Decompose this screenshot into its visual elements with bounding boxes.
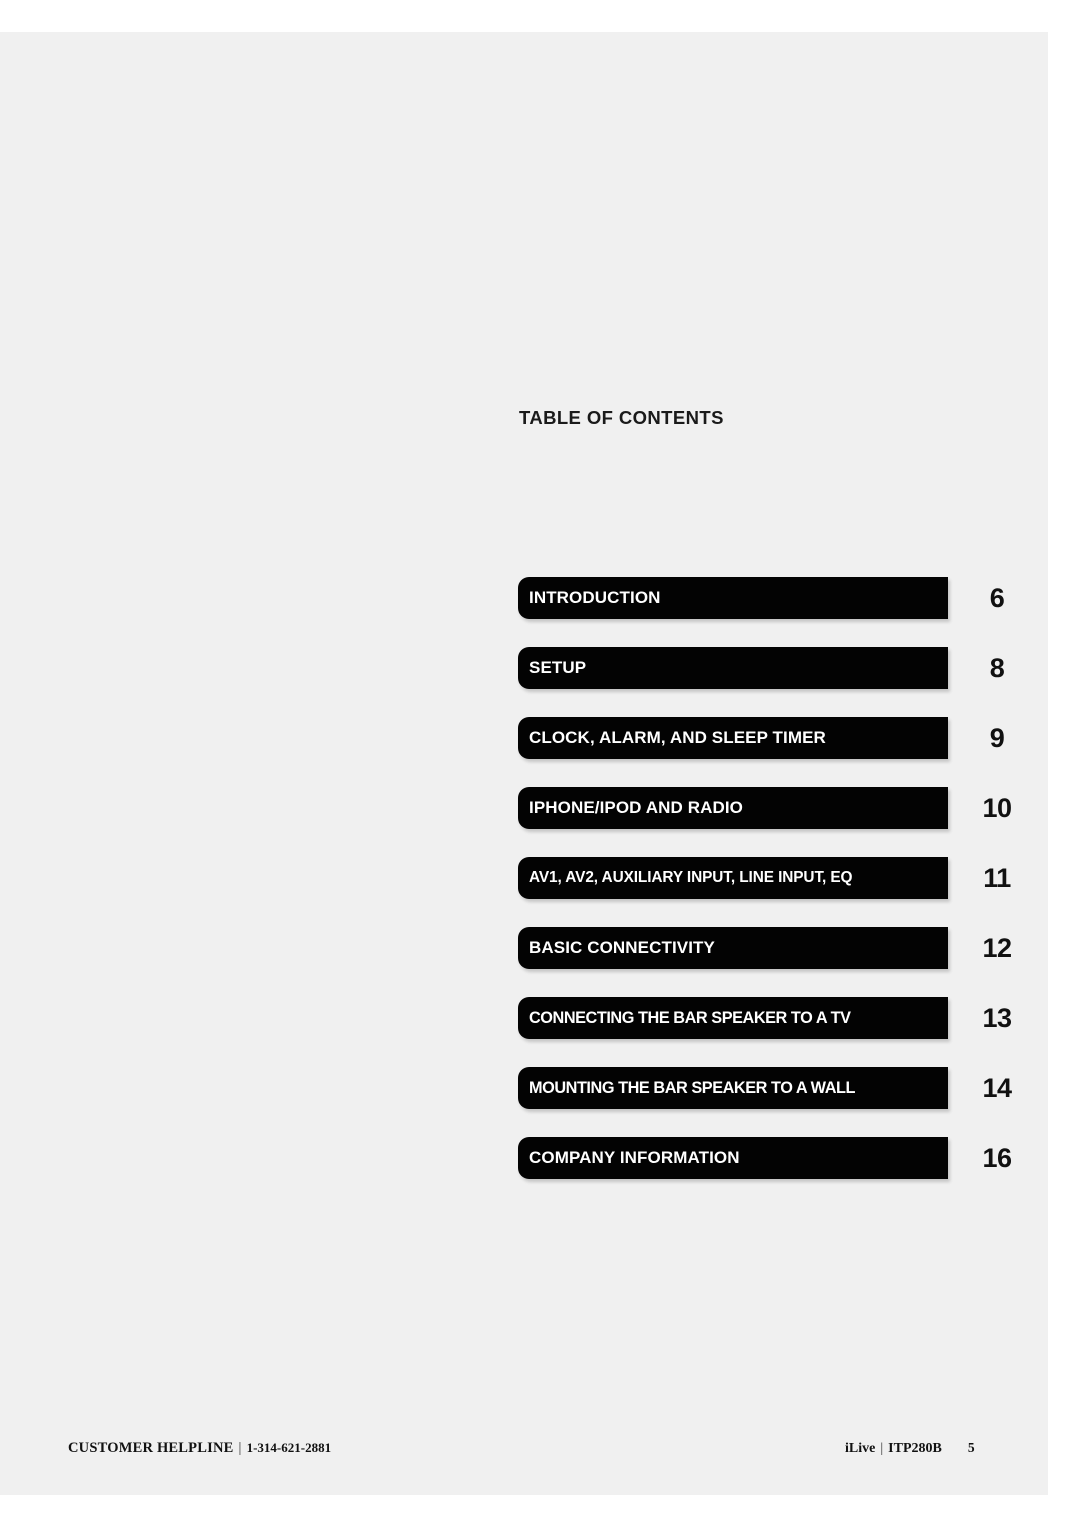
footer-page-number: 5 <box>967 1440 975 1455</box>
toc-entry-introduction[interactable]: INTRODUCTION 6 <box>518 577 1028 619</box>
toc-entry-page-number: 8 <box>989 652 1005 683</box>
toc-entry-page-number: 10 <box>982 792 1012 823</box>
toc-entry-page-number: 16 <box>982 1142 1012 1173</box>
footer-helpline-number: 1-314-621-2881 <box>246 1440 332 1455</box>
page-title: TABLE OF CONTENTS <box>519 407 724 428</box>
footer-separator: | <box>880 1441 884 1456</box>
toc-entry-page-number: 12 <box>982 932 1012 963</box>
toc-entry-clock-alarm-sleep-timer[interactable]: CLOCK, ALARM, AND SLEEP TIMER 9 <box>518 717 1028 759</box>
toc-bar[interactable]: INTRODUCTION <box>518 577 948 619</box>
toc-entry-label: IPHONE/IPOD AND RADIO <box>529 798 743 817</box>
footer-brand: iLive <box>845 1441 876 1456</box>
toc-entry-page-number: 13 <box>982 1002 1012 1033</box>
toc-entry-label: INTRODUCTION <box>529 588 661 607</box>
toc-entry-mounting-bar-speaker-to-wall[interactable]: MOUNTING THE BAR SPEAKER TO A WALL 14 <box>518 1067 1028 1109</box>
toc-bar[interactable]: BASIC CONNECTIVITY <box>518 927 948 969</box>
toc-entry-page-number: 6 <box>989 582 1005 613</box>
footer-separator: | <box>238 1440 242 1456</box>
toc-entry-label: AV1, AV2, AUXILIARY INPUT, LINE INPUT, E… <box>529 869 853 886</box>
toc-entry-setup[interactable]: SETUP 8 <box>518 647 1028 689</box>
toc-bar[interactable]: CLOCK, ALARM, AND SLEEP TIMER <box>518 717 948 759</box>
toc-bar[interactable]: COMPANY INFORMATION <box>518 1137 948 1179</box>
toc-entry-connecting-bar-speaker-to-tv[interactable]: CONNECTING THE BAR SPEAKER TO A TV 13 <box>518 997 1028 1039</box>
toc-bar[interactable]: SETUP <box>518 647 948 689</box>
toc-bar[interactable]: MOUNTING THE BAR SPEAKER TO A WALL <box>518 1067 948 1109</box>
toc-bar[interactable]: AV1, AV2, AUXILIARY INPUT, LINE INPUT, E… <box>518 857 948 899</box>
footer-helpline-label: CUSTOMER HELPLINE <box>68 1440 234 1456</box>
toc-entry-page-number: 14 <box>982 1072 1012 1103</box>
toc-entry-label: BASIC CONNECTIVITY <box>529 938 715 957</box>
toc-entry-label: SETUP <box>529 658 587 677</box>
toc-entry-label: CONNECTING THE BAR SPEAKER TO A TV <box>529 1008 851 1027</box>
page-footer: CUSTOMER HELPLINE | 1-314-621-2881 iLive | I… <box>0 1440 1048 1470</box>
table-of-contents-list: INTRODUCTION 6 SETUP 8 CLOCK, ALARM, AND… <box>518 577 1028 1207</box>
toc-entry-page-number: 11 <box>983 862 1011 893</box>
toc-entry-company-information[interactable]: COMPANY INFORMATION 16 <box>518 1137 1028 1179</box>
toc-entry-av1-av2-auxiliary-line-input-eq[interactable]: AV1, AV2, AUXILIARY INPUT, LINE INPUT, E… <box>518 857 1028 899</box>
toc-entry-page-number: 9 <box>989 722 1005 753</box>
toc-entry-label: MOUNTING THE BAR SPEAKER TO A WALL <box>529 1078 856 1097</box>
toc-entry-basic-connectivity[interactable]: BASIC CONNECTIVITY 12 <box>518 927 1028 969</box>
toc-page-screenshot: { "page": { "background_color": "#f0f0f0… <box>0 0 1080 1527</box>
toc-entry-label: COMPANY INFORMATION <box>529 1148 740 1167</box>
footer-model: ITP280B <box>888 1441 942 1456</box>
page-sheet: TABLE OF CONTENTS INTRODUCTION 6 SETUP 8… <box>0 32 1048 1495</box>
toc-bar[interactable]: IPHONE/IPOD AND RADIO <box>518 787 948 829</box>
footer-customer-helpline: CUSTOMER HELPLINE | 1-314-621-2881 <box>68 1440 331 1457</box>
toc-bar[interactable]: CONNECTING THE BAR SPEAKER TO A TV <box>518 997 948 1039</box>
toc-entry-label: CLOCK, ALARM, AND SLEEP TIMER <box>529 728 826 747</box>
footer-brand-model-folio: iLive | ITP280B 5 <box>845 1440 975 1457</box>
toc-entry-iphone-ipod-and-radio[interactable]: IPHONE/IPOD AND RADIO 10 <box>518 787 1028 829</box>
